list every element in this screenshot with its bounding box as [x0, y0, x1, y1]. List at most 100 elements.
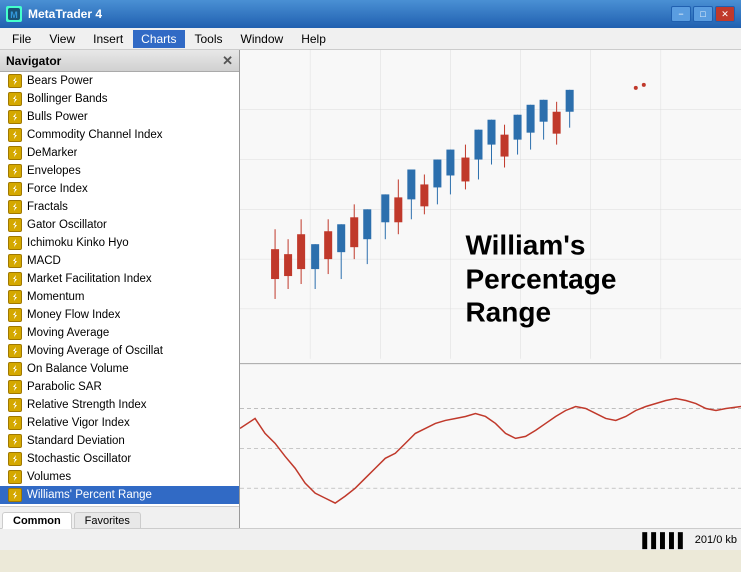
nav-item-label: DeMarker [27, 147, 77, 159]
nav-item-label: Market Facilitation Index [27, 273, 152, 285]
nav-item[interactable]: Force Index [0, 180, 239, 198]
nav-item-icon [8, 218, 22, 232]
nav-item-icon [8, 488, 22, 502]
nav-item-icon [8, 182, 22, 196]
nav-item-icon [8, 146, 22, 160]
nav-item[interactable]: Parabolic SAR [0, 378, 239, 396]
nav-item-label: Bulls Power [27, 111, 88, 123]
nav-item[interactable]: Momentum [0, 288, 239, 306]
nav-item[interactable]: Gator Oscillator [0, 216, 239, 234]
status-bar: ▌▌▌▌▌ 201/0 kb [0, 528, 741, 550]
nav-item-label: Parabolic SAR [27, 381, 102, 393]
nav-item-label: On Balance Volume [27, 363, 129, 375]
nav-item-label: Bears Power [27, 75, 93, 87]
svg-text:M: M [10, 10, 18, 20]
close-button[interactable]: ✕ [715, 6, 735, 22]
nav-item-label: Force Index [27, 183, 88, 195]
nav-item[interactable]: Bollinger Bands [0, 90, 239, 108]
chart-area[interactable]: William's Percentage Range [240, 50, 741, 528]
nav-item-icon [8, 308, 22, 322]
nav-item-icon [8, 470, 22, 484]
menu-file[interactable]: File [4, 30, 39, 48]
navigator-tabs: Common Favorites [0, 506, 239, 528]
nav-item-label: Bollinger Bands [27, 93, 108, 105]
nav-item[interactable]: Envelopes [0, 162, 239, 180]
nav-item-icon [8, 290, 22, 304]
nav-item-icon [8, 254, 22, 268]
nav-item[interactable]: Market Facilitation Index [0, 270, 239, 288]
nav-item-icon [8, 92, 22, 106]
app-icon: M [6, 6, 22, 22]
nav-item-label: Envelopes [27, 165, 81, 177]
nav-item[interactable]: Standard Deviation [0, 432, 239, 450]
nav-item-label: Moving Average [27, 327, 109, 339]
menu-tools[interactable]: Tools [187, 30, 231, 48]
nav-item[interactable]: Moving Average of Oscillat [0, 342, 239, 360]
nav-item-label: Commodity Channel Index [27, 129, 163, 141]
nav-item[interactable]: Bears Power [0, 72, 239, 90]
nav-item-icon [8, 344, 22, 358]
main-area: Navigator ✕ Bears Power Bollinger Bands Bu… [0, 50, 741, 528]
tab-common[interactable]: Common [2, 512, 72, 529]
nav-item-label: Money Flow Index [27, 309, 120, 321]
nav-item-label: Ichimoku Kinko Hyo [27, 237, 129, 249]
navigator-close-button[interactable]: ✕ [222, 54, 233, 67]
tab-favorites[interactable]: Favorites [74, 512, 141, 528]
menu-window[interactable]: Window [233, 30, 292, 48]
nav-item[interactable]: Relative Strength Index [0, 396, 239, 414]
nav-item[interactable]: Relative Vigor Index [0, 414, 239, 432]
status-info: 201/0 kb [695, 534, 737, 546]
nav-item-icon [8, 236, 22, 250]
title-bar: M MetaTrader 4 − □ ✕ [0, 0, 741, 28]
nav-item[interactable]: Moving Average [0, 324, 239, 342]
nav-item-icon [8, 434, 22, 448]
nav-item[interactable]: Ichimoku Kinko Hyo [0, 234, 239, 252]
nav-item-label: Stochastic Oscillator [27, 453, 131, 465]
window-controls: − □ ✕ [671, 6, 735, 22]
navigator-list[interactable]: Bears Power Bollinger Bands Bulls Power Com… [0, 72, 239, 506]
navigator-header: Navigator ✕ [0, 50, 239, 72]
menu-bar: File View Insert Charts Tools Window Hel… [0, 28, 741, 50]
nav-item-label: Relative Vigor Index [27, 417, 130, 429]
nav-item-icon [8, 362, 22, 376]
nav-item-label: Relative Strength Index [27, 399, 147, 411]
menu-view[interactable]: View [41, 30, 83, 48]
menu-help[interactable]: Help [293, 30, 334, 48]
nav-item[interactable]: Money Flow Index [0, 306, 239, 324]
nav-item-icon [8, 128, 22, 142]
nav-item[interactable]: Commodity Channel Index [0, 126, 239, 144]
nav-item-icon [8, 452, 22, 466]
nav-item-label: Standard Deviation [27, 435, 125, 447]
nav-item[interactable]: Bulls Power [0, 108, 239, 126]
nav-item-icon [8, 74, 22, 88]
nav-item[interactable]: Stochastic Oscillator [0, 450, 239, 468]
nav-item[interactable]: Williams' Percent Range [0, 486, 239, 504]
menu-insert[interactable]: Insert [85, 30, 131, 48]
nav-item-icon [8, 326, 22, 340]
nav-item-icon [8, 110, 22, 124]
nav-item[interactable]: DeMarker [0, 144, 239, 162]
nav-item-label: Fractals [27, 201, 68, 213]
maximize-button[interactable]: □ [693, 6, 713, 22]
nav-item-label: MACD [27, 255, 61, 267]
chart-svg [240, 50, 741, 528]
nav-item[interactable]: MACD [0, 252, 239, 270]
nav-item-label: Momentum [27, 291, 85, 303]
navigator-title: Navigator [6, 54, 61, 68]
menu-charts[interactable]: Charts [133, 30, 184, 48]
app-title: MetaTrader 4 [28, 7, 102, 21]
nav-item-label: Williams' Percent Range [27, 489, 152, 501]
status-bars-icon: ▌▌▌▌▌ [642, 532, 687, 548]
nav-item[interactable]: On Balance Volume [0, 360, 239, 378]
navigator-panel: Navigator ✕ Bears Power Bollinger Bands Bu… [0, 50, 240, 528]
nav-item-label: Volumes [27, 471, 71, 483]
nav-item-label: Gator Oscillator [27, 219, 107, 231]
nav-item-icon [8, 416, 22, 430]
nav-item-icon [8, 164, 22, 178]
minimize-button[interactable]: − [671, 6, 691, 22]
nav-item-icon [8, 398, 22, 412]
nav-item-icon [8, 272, 22, 286]
nav-item[interactable]: Fractals [0, 198, 239, 216]
nav-item[interactable]: Volumes [0, 468, 239, 486]
nav-item-icon [8, 200, 22, 214]
